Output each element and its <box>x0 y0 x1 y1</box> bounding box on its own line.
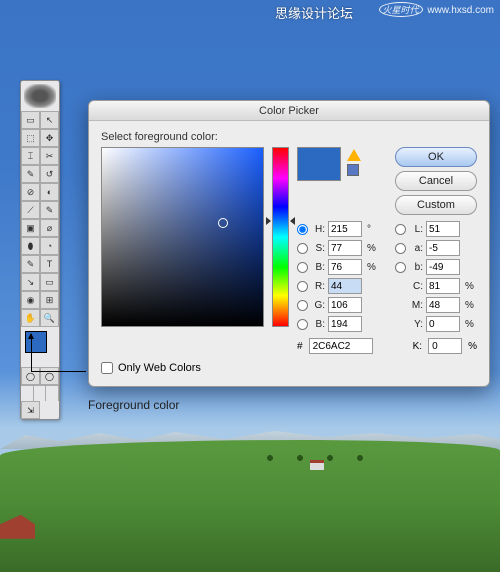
hue-slider[interactable] <box>272 147 289 327</box>
color-preview-new <box>298 148 340 164</box>
radio-lab-b[interactable] <box>395 262 406 273</box>
input-h[interactable] <box>328 221 362 237</box>
label-k: K: <box>413 341 422 352</box>
color-preview <box>297 147 341 181</box>
jump-to-button[interactable]: ⇲ <box>21 401 40 419</box>
watermark-site-name: 火星时代 <box>379 2 423 17</box>
input-lab-b[interactable] <box>426 259 460 275</box>
radio-a[interactable] <box>395 243 406 254</box>
canvas-house-right <box>310 460 324 470</box>
label-h: H: <box>311 224 325 235</box>
watermark-url: www.hxsd.com <box>427 5 494 16</box>
tool-21[interactable]: ⊞ <box>40 291 59 309</box>
tool-1[interactable]: ↖ <box>40 111 59 129</box>
tool-20[interactable]: ◉ <box>21 291 40 309</box>
tool-9[interactable]: ◐ <box>40 183 59 201</box>
hue-slider-thumb[interactable] <box>268 217 293 225</box>
watermark-site: 火星时代 www.hxsd.com <box>379 2 494 17</box>
radio-l[interactable] <box>395 224 406 235</box>
tool-4[interactable]: ⌶ <box>21 147 40 165</box>
label-r: R: <box>311 281 325 292</box>
watermark-forum: 思缘设计论坛 <box>275 3 353 22</box>
tool-19[interactable]: ▭ <box>40 273 59 291</box>
quick-mask-mask[interactable]: ◯ <box>40 367 59 385</box>
tool-12[interactable]: ▣ <box>21 219 40 237</box>
label-b: B: <box>311 262 325 273</box>
tool-6[interactable]: ✎ <box>21 165 40 183</box>
label-s: S: <box>311 243 325 254</box>
tool-13[interactable]: ⌀ <box>40 219 59 237</box>
input-c[interactable] <box>426 278 460 294</box>
color-values-grid: H:° L: S:% a: B:% b: R: C:% G: M:% B: Y:… <box>297 221 477 332</box>
dialog-prompt: Select foreground color: <box>101 131 477 143</box>
color-picker-dialog: Color Picker Select foreground color: <box>88 100 490 387</box>
screen-mode-standard[interactable] <box>21 386 34 401</box>
tool-23[interactable]: 🔍 <box>40 309 59 327</box>
label-hash: # <box>297 341 303 352</box>
color-preview-current[interactable] <box>298 164 340 180</box>
tool-10[interactable]: ⟋ <box>21 201 40 219</box>
input-y[interactable] <box>426 316 460 332</box>
radio-h[interactable] <box>297 224 308 235</box>
radio-bb[interactable] <box>297 319 308 330</box>
label-g: G: <box>311 300 325 311</box>
unit-deg: ° <box>367 224 379 235</box>
input-bb[interactable] <box>328 316 362 332</box>
tool-3[interactable]: ✥ <box>40 129 59 147</box>
tool-18[interactable]: ↘ <box>21 273 40 291</box>
color-field-cursor[interactable] <box>218 218 228 228</box>
input-b[interactable] <box>328 259 362 275</box>
tool-8[interactable]: ⊘ <box>21 183 40 201</box>
label-a: a: <box>409 243 423 254</box>
tools-palette[interactable]: ▭↖⬚✥⌶✂✎↺⊘◐⟋✎▣⌀⬮◔✎T↘▭◉⊞✋🔍 ◯ ◯ ⇲ <box>20 80 60 420</box>
annotation-arrow <box>31 334 32 371</box>
annotation-line <box>31 371 86 372</box>
label-m: M: <box>409 300 423 311</box>
annotation-label: Foreground color <box>88 398 179 412</box>
tool-7[interactable]: ↺ <box>40 165 59 183</box>
websafe-warning-icon[interactable] <box>347 164 359 176</box>
label-y: Y: <box>409 319 423 330</box>
screen-mode-group <box>21 385 59 401</box>
label-lab-b: b: <box>409 262 423 273</box>
tool-15[interactable]: ◔ <box>40 237 59 255</box>
input-g[interactable] <box>328 297 362 313</box>
tool-11[interactable]: ✎ <box>40 201 59 219</box>
tool-16[interactable]: ✎ <box>21 255 40 273</box>
label-bb: B: <box>311 319 325 330</box>
screen-mode-full[interactable] <box>46 386 59 401</box>
custom-button[interactable]: Custom <box>395 195 477 215</box>
input-r[interactable] <box>328 278 362 294</box>
only-web-colors-text: Only Web Colors <box>118 362 201 374</box>
color-field[interactable] <box>101 147 264 327</box>
tool-17[interactable]: T <box>40 255 59 273</box>
input-s[interactable] <box>328 240 362 256</box>
brush-preview <box>24 84 56 108</box>
only-web-colors-checkbox[interactable] <box>101 362 113 374</box>
tool-22[interactable]: ✋ <box>21 309 40 327</box>
screen-mode-full-menus[interactable] <box>34 386 47 401</box>
input-hex[interactable] <box>309 338 373 354</box>
only-web-colors-label[interactable]: Only Web Colors <box>101 362 477 374</box>
label-c: C: <box>409 281 423 292</box>
gamut-warning-icon[interactable] <box>347 149 361 161</box>
radio-s[interactable] <box>297 243 308 254</box>
tool-5[interactable]: ✂ <box>40 147 59 165</box>
input-l[interactable] <box>426 221 460 237</box>
tool-14[interactable]: ⬮ <box>21 237 40 255</box>
radio-g[interactable] <box>297 300 308 311</box>
tool-2[interactable]: ⬚ <box>21 129 40 147</box>
dialog-title[interactable]: Color Picker <box>89 101 489 121</box>
label-l: L: <box>409 224 423 235</box>
radio-b[interactable] <box>297 262 308 273</box>
cancel-button[interactable]: Cancel <box>395 171 477 191</box>
tool-0[interactable]: ▭ <box>21 111 40 129</box>
canvas-trees <box>250 452 450 464</box>
input-m[interactable] <box>426 297 460 313</box>
radio-r[interactable] <box>297 281 308 292</box>
input-k[interactable] <box>428 338 462 354</box>
input-a[interactable] <box>426 240 460 256</box>
ok-button[interactable]: OK <box>395 147 477 167</box>
